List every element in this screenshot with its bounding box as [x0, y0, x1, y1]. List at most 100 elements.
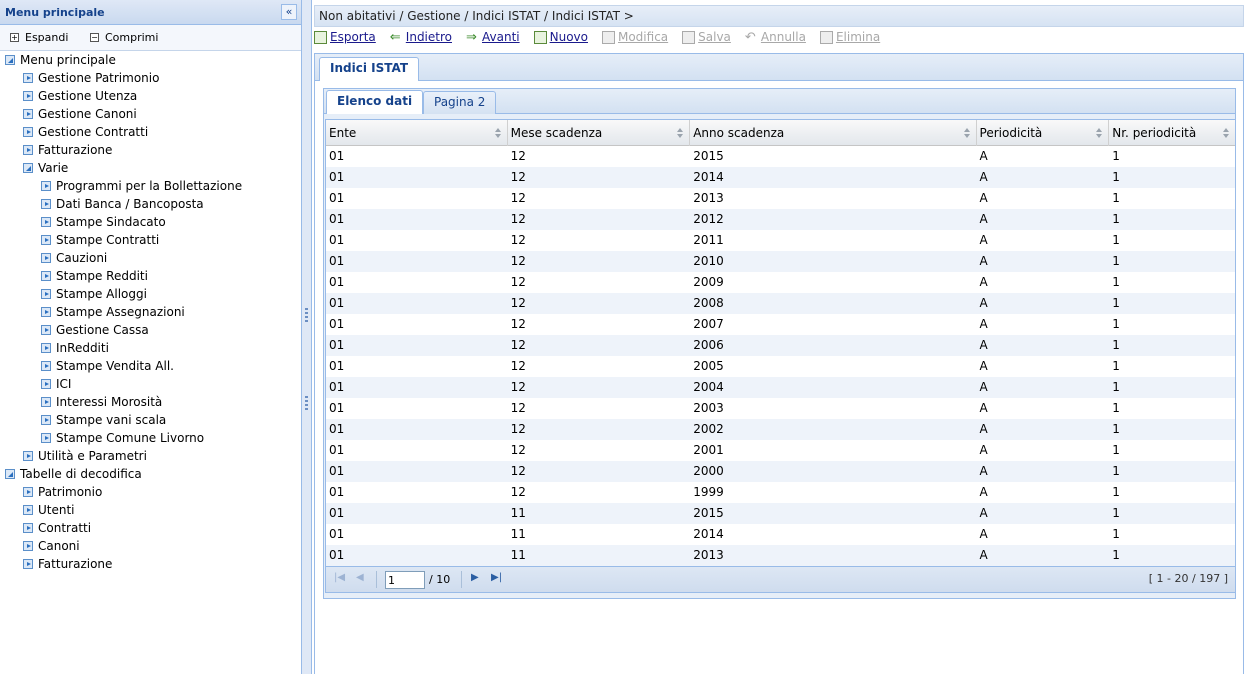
table-row[interactable]: 01 12 2007 A 1 [326, 314, 1235, 335]
tree-node[interactable]: Tabelle di decodifica [5, 465, 142, 483]
tree-node[interactable]: InRedditi [41, 339, 109, 357]
table-row[interactable]: 01 12 2013 A 1 [326, 188, 1235, 209]
tree-node[interactable]: Cauzioni [41, 249, 107, 267]
table-cell: 01 [329, 401, 345, 415]
tree-leaf-icon [41, 307, 51, 317]
tree-node[interactable]: Utilità e Parametri [23, 447, 147, 465]
tree-node[interactable]: Gestione Canoni [23, 105, 137, 123]
tree-node[interactable]: Stampe Assegnazioni [41, 303, 185, 321]
collapse-panel-button[interactable]: « [281, 4, 297, 20]
table-cell: 11 [510, 527, 526, 541]
first-page-icon[interactable]: |◀ [334, 572, 345, 583]
inner-tab-panel: Elenco dati Pagina 2 Ente Mese scadenza … [323, 88, 1236, 599]
tree-node[interactable]: Dati Banca / Bancoposta [41, 195, 204, 213]
tree-node[interactable]: Stampe Sindacato [41, 213, 166, 231]
tab-indici-istat[interactable]: Indici ISTAT [319, 57, 420, 81]
table-cell: 2014 [693, 170, 724, 184]
tree-node-label: Patrimonio [38, 485, 103, 499]
tree-node[interactable]: Gestione Contratti [23, 123, 148, 141]
next-page-icon[interactable]: ▶ [471, 572, 479, 583]
column-header-nr-periodicita[interactable]: Nr. periodicità [1109, 120, 1235, 146]
action-annulla-button[interactable]: ↶ Annulla [745, 30, 806, 44]
tree-node[interactable]: Stampe Contratti [41, 231, 159, 249]
table-row[interactable]: 01 12 2012 A 1 [326, 209, 1235, 230]
action-avanti-button[interactable]: ⇒ Avanti [466, 30, 520, 44]
table-row[interactable]: 01 12 1999 A 1 [326, 482, 1235, 503]
panel-splitter[interactable] [302, 0, 312, 674]
tree-node[interactable]: Gestione Utenza [23, 87, 137, 105]
table-row[interactable]: 01 12 2008 A 1 [326, 293, 1235, 314]
table-row[interactable]: 01 12 2014 A 1 [326, 167, 1235, 188]
tree-node[interactable]: Menu principale [5, 51, 116, 69]
tree-node[interactable]: Stampe Redditi [41, 267, 148, 285]
table-row[interactable]: 01 12 2005 A 1 [326, 356, 1235, 377]
column-header-ente[interactable]: Ente [326, 120, 508, 146]
folder-open-icon [5, 55, 15, 65]
tree-node[interactable]: Stampe Alloggi [41, 285, 147, 303]
expand-all-button[interactable]: + Espandi [10, 31, 68, 44]
tree-node[interactable]: Programmi per la Bollettazione [41, 177, 242, 195]
tree-node[interactable]: Utenti [23, 501, 75, 519]
tree-node[interactable]: Gestione Patrimonio [23, 69, 159, 87]
table-row[interactable]: 01 11 2015 A 1 [326, 503, 1235, 524]
column-header-label: Mese scadenza [510, 126, 603, 140]
folder-open-icon [5, 469, 15, 479]
action-salva-button[interactable]: Salva [682, 30, 731, 44]
table-cell: 12 [510, 464, 526, 478]
tree-node-label: InRedditi [56, 341, 109, 355]
tree-node[interactable]: Fatturazione [23, 555, 112, 573]
table-cell: 12 [510, 275, 526, 289]
table-cell: 12 [510, 422, 526, 436]
tree-node[interactable]: Fatturazione [23, 141, 112, 159]
splitter-grip-top[interactable] [305, 308, 308, 322]
action-indietro-button[interactable]: ⇐ Indietro [390, 30, 452, 44]
action-esporta-button[interactable]: Esporta [314, 30, 376, 44]
paging-toolbar: |◀ ◀ / 10 ▶ ▶| [ 1 - 20 / 197 ] [325, 567, 1236, 593]
previous-page-icon[interactable]: ◀ [356, 572, 364, 583]
page-number-input[interactable] [385, 571, 425, 589]
splitter-grip-bottom[interactable] [305, 396, 308, 410]
table-cell: 2003 [693, 401, 724, 415]
tree-node[interactable]: Canoni [23, 537, 80, 555]
table-row[interactable]: 01 12 2009 A 1 [326, 272, 1235, 293]
tree-leaf-icon [41, 271, 51, 281]
action-nuovo-button[interactable]: Nuovo [533, 30, 588, 44]
tree-node[interactable]: Contratti [23, 519, 91, 537]
table-row[interactable]: 01 12 2006 A 1 [326, 335, 1235, 356]
tree-node[interactable]: Stampe Vendita All. [41, 357, 174, 375]
tree-node[interactable]: Gestione Cassa [41, 321, 149, 339]
table-cell: 01 [329, 506, 345, 520]
table-row[interactable]: 01 12 2003 A 1 [326, 398, 1235, 419]
collapse-all-label: Comprimi [105, 31, 159, 44]
table-cell: A [979, 275, 988, 289]
table-row[interactable]: 01 12 2001 A 1 [326, 440, 1235, 461]
tree-leaf-icon [23, 559, 33, 569]
table-row[interactable]: 01 12 2011 A 1 [326, 230, 1235, 251]
column-header-periodicita[interactable]: Periodicità [977, 120, 1110, 146]
table-row[interactable]: 01 11 2014 A 1 [326, 524, 1235, 545]
action-modifica-button[interactable]: Modifica [601, 30, 668, 44]
save-icon [682, 30, 696, 44]
collapse-all-button[interactable]: − Comprimi [90, 31, 158, 44]
content-panel: Non abitativi / Gestione / Indici ISTAT … [312, 0, 1244, 674]
tree-node[interactable]: Stampe Comune Livorno [41, 429, 204, 447]
tree-node[interactable]: Varie [23, 159, 68, 177]
table-row[interactable]: 01 11 2013 A 1 [326, 545, 1235, 566]
column-header-anno-scadenza[interactable]: Anno scadenza [690, 120, 977, 146]
table-row[interactable]: 01 12 2015 A 1 [326, 146, 1235, 167]
tab-pagina-2[interactable]: Pagina 2 [423, 91, 497, 114]
tree-node[interactable]: ICI [41, 375, 71, 393]
table-row[interactable]: 01 12 2010 A 1 [326, 251, 1235, 272]
action-elimina-button[interactable]: Elimina [819, 30, 880, 44]
table-cell: 2015 [693, 506, 724, 520]
tree-node[interactable]: Patrimonio [23, 483, 102, 501]
tree-node[interactable]: Interessi Morosità [41, 393, 162, 411]
table-row[interactable]: 01 12 2002 A 1 [326, 419, 1235, 440]
table-row[interactable]: 01 12 2004 A 1 [326, 377, 1235, 398]
table-cell: 12 [510, 359, 526, 373]
table-row[interactable]: 01 12 2000 A 1 [326, 461, 1235, 482]
tree-node[interactable]: Stampe vani scala [41, 411, 166, 429]
column-header-mese-scadenza[interactable]: Mese scadenza [508, 120, 691, 146]
tab-elenco-dati[interactable]: Elenco dati [326, 90, 424, 114]
last-page-icon[interactable]: ▶| [491, 572, 502, 583]
